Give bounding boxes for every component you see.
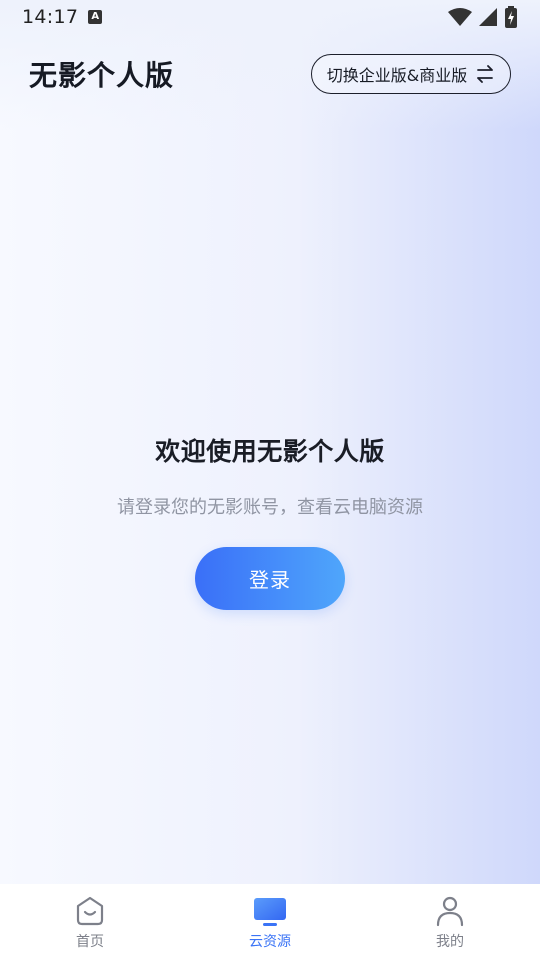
nav-label-mine: 我的 (436, 934, 464, 950)
nav-item-mine[interactable]: 我的 (360, 884, 540, 960)
nav-label-cloud-resources: 云资源 (249, 934, 291, 950)
nav-item-cloud-resources[interactable]: 云资源 (180, 884, 360, 960)
app-title: 无影个人版 (29, 59, 175, 92)
switch-arrows-icon (477, 65, 494, 83)
home-icon (76, 896, 104, 926)
user-icon (436, 896, 464, 927)
battery-icon (505, 6, 517, 28)
nav-label-home: 首页 (76, 934, 104, 950)
switch-edition-label: 切换企业版&商业版 (326, 66, 468, 85)
welcome-subtitle: 请登录您的无影账号，查看云电脑资源 (117, 497, 423, 518)
switch-edition-button[interactable]: 切换企业版&商业版 (311, 54, 511, 94)
notification-badge: A (88, 10, 103, 24)
cellular-signal-icon (479, 8, 497, 26)
status-icons (448, 6, 518, 28)
bottom-nav: 首页 云资源 我的 (0, 884, 540, 960)
wifi-icon (448, 8, 472, 26)
login-button[interactable]: 登录 (195, 547, 345, 610)
status-time: 14:17 (22, 6, 79, 28)
status-bar: 14:17 A (0, 0, 540, 34)
welcome-title: 欢迎使用无影个人版 (155, 437, 385, 466)
nav-item-home[interactable]: 首页 (0, 884, 180, 960)
monitor-icon (254, 898, 286, 926)
